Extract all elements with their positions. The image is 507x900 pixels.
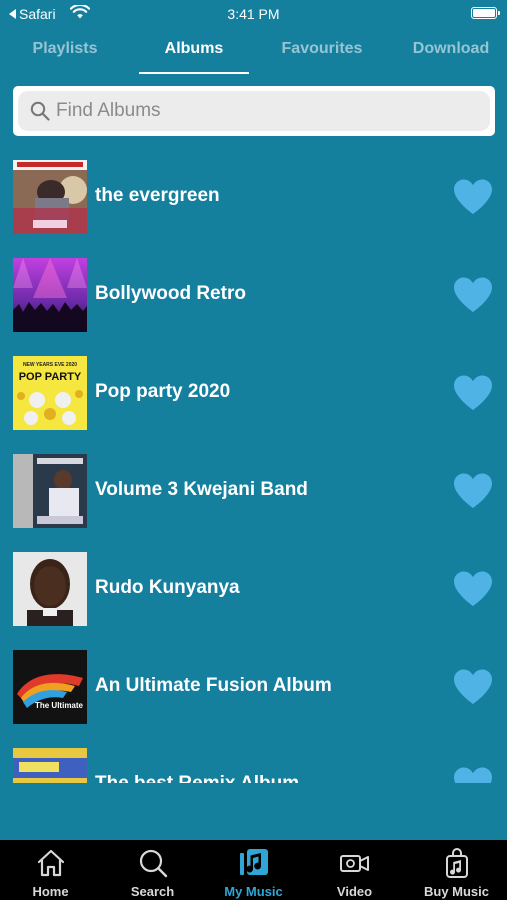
search-field-container[interactable] [18, 91, 490, 131]
album-row[interactable]: The best Remix Album [0, 738, 507, 783]
album-cover [13, 160, 87, 234]
heart-icon[interactable] [452, 766, 494, 783]
album-row[interactable]: Volume 3 Kwejani Band [0, 444, 507, 542]
music-bag-icon [446, 848, 468, 878]
album-title: the evergreen [95, 185, 220, 206]
album-cover [13, 748, 87, 783]
album-cover: The Ultimate [13, 650, 87, 724]
nav-home-label: Home [32, 884, 69, 899]
album-cover: NEW YEARS EVE 2020 POP PARTY [13, 356, 87, 430]
nav-search-label: Search [130, 884, 175, 899]
nav-video-label: Video [336, 884, 373, 899]
status-time: 3:41 PM [227, 6, 280, 22]
battery-icon [471, 7, 500, 19]
album-list: the evergreen Bollywood Retro NEW YEARS … [0, 150, 507, 783]
active-tab-indicator [139, 72, 249, 74]
album-cover [13, 258, 87, 332]
home-icon [37, 849, 65, 877]
nav-my-music-label: My Music [224, 884, 283, 899]
album-cover [13, 454, 87, 528]
heart-icon[interactable] [452, 472, 494, 510]
nav-home[interactable]: Home [0, 840, 101, 900]
search-input[interactable] [56, 100, 456, 122]
album-row[interactable]: the evergreen [0, 150, 507, 248]
album-title: Pop party 2020 [95, 381, 231, 402]
nav-my-music[interactable]: My Music [203, 840, 304, 900]
tab-favourites[interactable]: Favourites [266, 30, 378, 74]
album-title: An Ultimate Fusion Album [95, 675, 332, 696]
album-row[interactable]: NEW YEARS EVE 2020 POP PARTY Pop party 2… [0, 346, 507, 444]
album-cover [13, 552, 87, 626]
svg-text:POP PARTY: POP PARTY [19, 371, 82, 383]
heart-icon[interactable] [452, 570, 494, 608]
heart-icon[interactable] [452, 374, 494, 412]
search-bar [13, 86, 495, 136]
library-tabs: Playlists Albums Favourites Download [0, 30, 507, 74]
nav-video[interactable]: Video [304, 840, 405, 900]
heart-icon[interactable] [452, 668, 494, 706]
album-title: Rudo Kunyanya [95, 577, 240, 598]
svg-text:NEW YEARS EVE 2020: NEW YEARS EVE 2020 [23, 362, 77, 368]
svg-text:The Ultimate: The Ultimate [35, 701, 84, 710]
search-icon [139, 849, 168, 878]
tab-playlists[interactable]: Playlists [10, 30, 120, 74]
tab-download[interactable]: Download [395, 30, 507, 74]
heart-icon[interactable] [452, 276, 494, 314]
nav-search[interactable]: Search [102, 840, 203, 900]
heart-icon[interactable] [452, 178, 494, 216]
album-title: Bollywood Retro [95, 283, 246, 304]
album-row[interactable]: Rudo Kunyanya [0, 542, 507, 640]
search-icon [30, 101, 50, 121]
nav-buy-music[interactable]: Buy Music [406, 840, 507, 900]
music-library-icon [240, 849, 268, 875]
video-camera-icon [340, 855, 369, 872]
status-bar: Safari 3:41 PM [0, 0, 507, 28]
album-title: The best Remix Album [95, 773, 299, 783]
nav-buy-music-label: Buy Music [423, 884, 489, 899]
bottom-nav: Home Search My Music Video Buy Music [0, 840, 507, 900]
tab-albums[interactable]: Albums [139, 30, 249, 74]
album-row[interactable]: The Ultimate An Ultimate Fusion Album [0, 640, 507, 738]
album-row[interactable]: Bollywood Retro [0, 248, 507, 346]
album-title: Volume 3 Kwejani Band [95, 479, 308, 500]
